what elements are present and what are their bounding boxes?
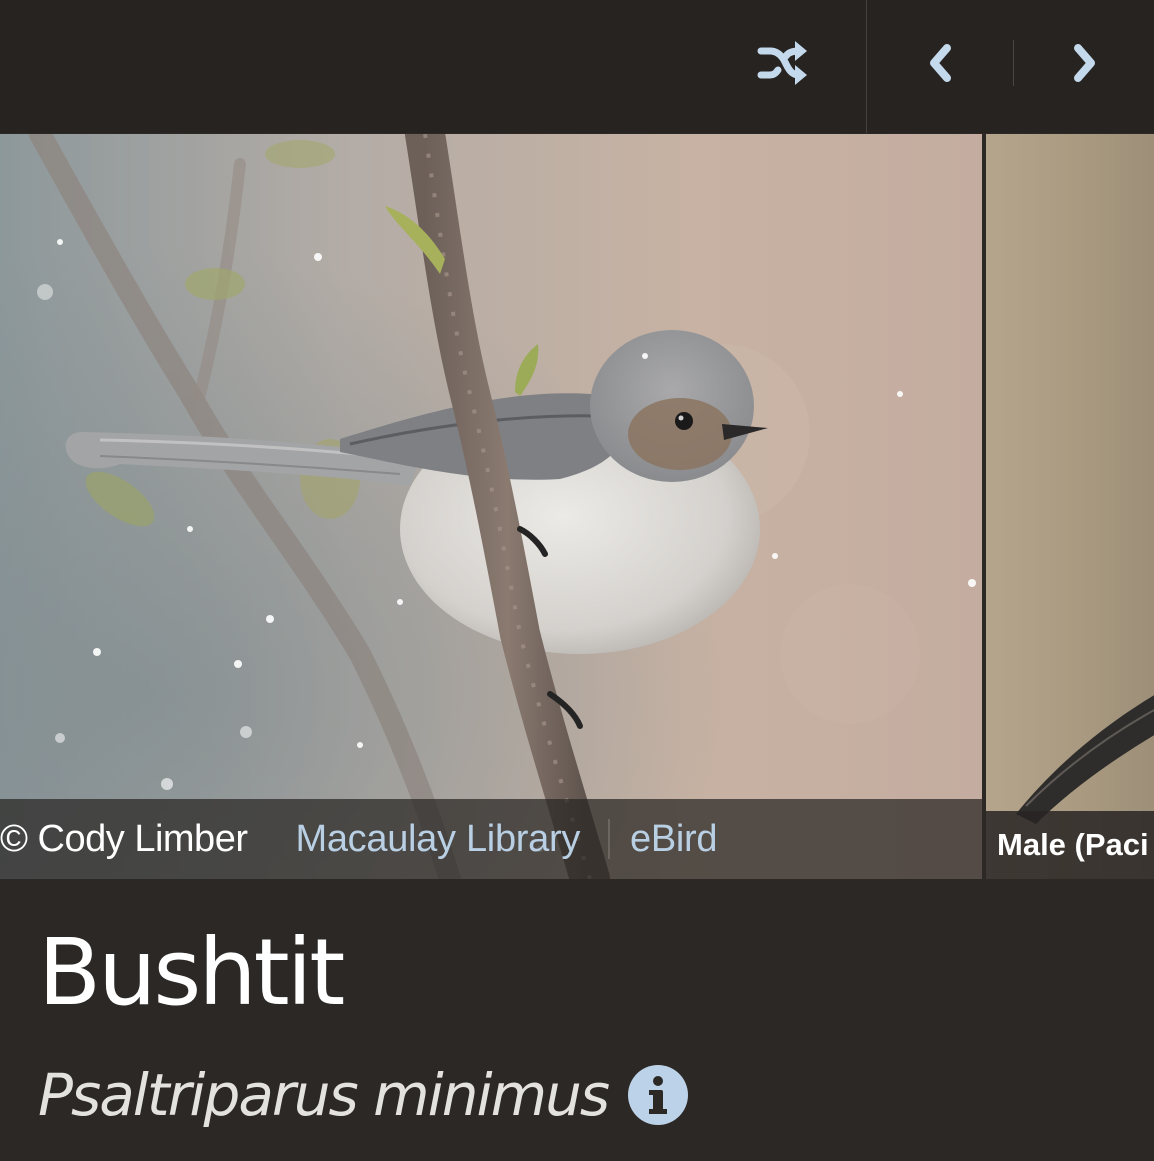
- macaulay-library-link[interactable]: Macaulay Library: [295, 818, 580, 861]
- photo-carousel[interactable]: © Cody Limber Macaulay Library eBird Mal…: [0, 134, 1154, 879]
- info-button[interactable]: [628, 1065, 689, 1125]
- bird-photo: [0, 134, 982, 879]
- ebird-link[interactable]: eBird: [630, 818, 718, 861]
- current-photo-slide[interactable]: © Cody Limber Macaulay Library eBird: [0, 134, 982, 879]
- info-icon: [649, 1076, 668, 1114]
- species-page: © Cody Limber Macaulay Library eBird Mal…: [0, 0, 1154, 1161]
- toolbar-divider: [866, 0, 867, 133]
- species-header: Bushtit Psaltriparus minimus: [0, 879, 1154, 1161]
- scientific-name-row: Psaltriparus minimus: [38, 1061, 689, 1129]
- nav-divider: [1013, 40, 1014, 86]
- previous-species-button[interactable]: [907, 30, 973, 96]
- chevron-right-icon: [1074, 44, 1095, 82]
- next-species-button[interactable]: [1052, 30, 1118, 96]
- species-scientific-name: Psaltriparus minimus: [38, 1061, 610, 1129]
- photo-credit-author: © Cody Limber: [0, 817, 248, 860]
- photo-credit-bar: © Cody Limber Macaulay Library eBird: [0, 799, 982, 879]
- species-common-name: Bushtit: [38, 919, 345, 1026]
- chevron-left-icon: [930, 44, 951, 82]
- top-toolbar: [0, 0, 1154, 133]
- shuffle-button[interactable]: [749, 30, 815, 96]
- credit-divider: [608, 819, 611, 859]
- next-photo-slide[interactable]: Male (Paci: [986, 134, 1154, 879]
- next-bird-photo: [986, 134, 1154, 879]
- next-photo-caption: Male (Paci: [986, 811, 1154, 879]
- shuffle-icon: [757, 41, 807, 85]
